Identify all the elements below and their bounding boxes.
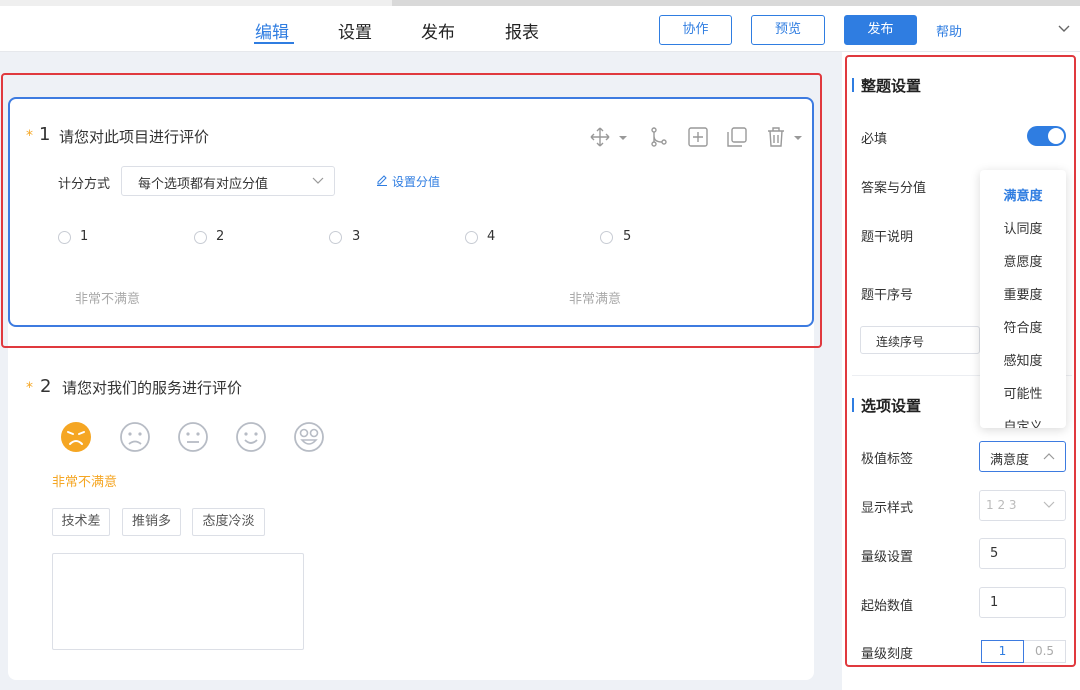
question-2-title[interactable]: 请您对我们的服务进行评价 (62, 377, 242, 398)
reason-tag[interactable]: 技术差 (52, 508, 110, 536)
active-tab-indicator (254, 42, 294, 44)
tab-edit[interactable]: 编辑 (255, 18, 289, 43)
option-radio-5[interactable] (600, 231, 613, 244)
required-star: * (26, 128, 33, 144)
tab-report[interactable]: 报表 (505, 18, 539, 43)
set-score-link[interactable]: 设置分值 (392, 173, 440, 190)
edit-icon[interactable] (376, 174, 388, 186)
tab-publish[interactable]: 发布 (421, 18, 455, 43)
add-icon[interactable] (687, 126, 709, 148)
collaborate-button[interactable]: 协作 (659, 15, 732, 45)
option-radio-2[interactable] (194, 231, 207, 244)
scoring-method-value: 每个选项都有对应分值 (138, 177, 269, 192)
chevron-down-icon[interactable] (1056, 20, 1072, 36)
delete-icon[interactable] (765, 126, 787, 148)
dropdown-item-custom[interactable]: 自定义 (980, 416, 1066, 428)
move-icon[interactable] (589, 126, 611, 148)
comment-textarea[interactable] (52, 553, 304, 650)
logic-branch-icon[interactable] (648, 126, 670, 148)
required-star: * (26, 380, 33, 396)
option-label-3: 3 (352, 229, 361, 244)
chevron-down-icon (312, 177, 324, 184)
selected-rating-label: 非常不满意 (52, 475, 118, 490)
reason-tag[interactable]: 推销多 (122, 508, 181, 536)
option-label-1: 1 (80, 229, 89, 244)
publish-button[interactable]: 发布 (844, 15, 917, 45)
dropdown-item-willingness[interactable]: 意愿度 (980, 251, 1066, 270)
dissatisfied-face-icon[interactable] (119, 421, 151, 453)
copy-icon[interactable] (726, 126, 748, 148)
dropdown-item-importance[interactable]: 重要度 (980, 284, 1066, 303)
very-satisfied-face-icon[interactable] (293, 421, 325, 453)
question-1-number: 1 (39, 124, 51, 145)
very-dissatisfied-face-icon[interactable] (60, 421, 92, 453)
reason-tag[interactable]: 态度冷淡 (192, 508, 265, 536)
option-radio-3[interactable] (329, 231, 342, 244)
dropdown-item-satisfaction[interactable]: 满意度 (980, 185, 1066, 204)
scoring-method-select[interactable]: 每个选项都有对应分值 (121, 166, 335, 196)
option-label-2: 2 (216, 229, 225, 244)
low-extreme-label[interactable]: 非常不满意 (75, 288, 140, 307)
dropdown-item-possibility[interactable]: 可能性 (980, 383, 1066, 402)
scoring-method-label: 计分方式 (58, 177, 111, 192)
question-2-number: 2 (40, 376, 52, 397)
satisfied-face-icon[interactable] (235, 421, 267, 453)
tab-settings[interactable]: 设置 (338, 18, 372, 43)
dropdown-item-perception[interactable]: 感知度 (980, 350, 1066, 369)
option-radio-1[interactable] (58, 231, 71, 244)
preview-button[interactable]: 预览 (751, 15, 825, 45)
option-radio-4[interactable] (465, 231, 478, 244)
question-1-title[interactable]: 请您对此项目进行评价 (59, 126, 209, 147)
high-extreme-label[interactable]: 非常满意 (569, 288, 621, 307)
dropdown-item-conformity[interactable]: 符合度 (980, 317, 1066, 336)
option-label-5: 5 (623, 229, 632, 244)
dropdown-item-agreement[interactable]: 认同度 (980, 218, 1066, 237)
extreme-label-dropdown: 满意度 认同度 意愿度 重要度 符合度 感知度 可能性 自定义 (980, 170, 1066, 428)
top-header: 编辑 设置 发布 报表 协作 预览 发布 帮助 (0, 6, 1080, 52)
caret-down-icon[interactable] (616, 126, 630, 148)
option-label-4: 4 (487, 229, 496, 244)
caret-down-icon[interactable] (791, 126, 805, 148)
neutral-face-icon[interactable] (177, 421, 209, 453)
help-link[interactable]: 帮助 (936, 21, 962, 40)
